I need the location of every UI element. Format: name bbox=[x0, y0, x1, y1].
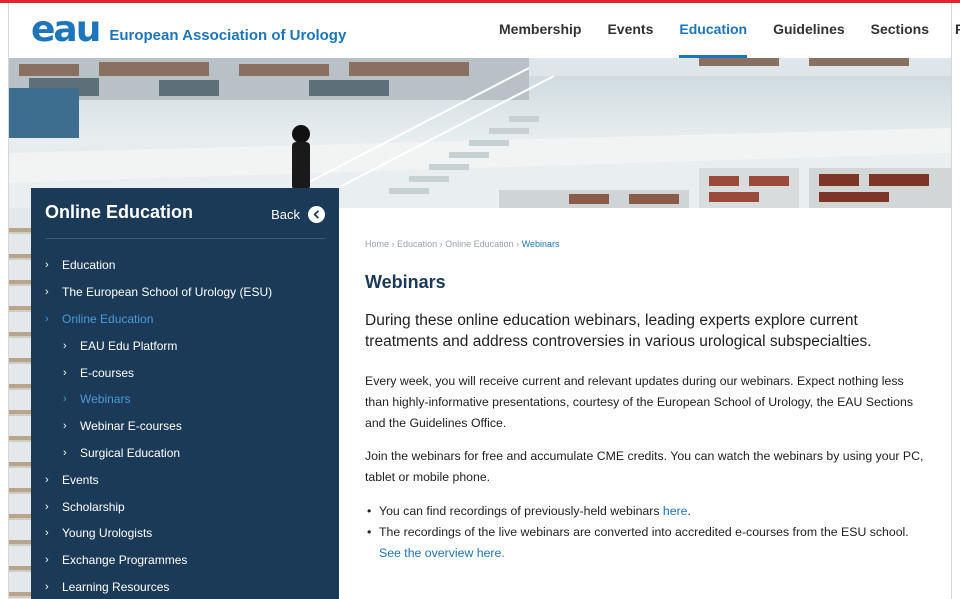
chevron-right-icon: › bbox=[63, 393, 67, 406]
breadcrumb-separator: › bbox=[439, 239, 443, 249]
back-button[interactable]: Back bbox=[271, 206, 325, 223]
bullet-list: You can find recordings of previously-he… bbox=[365, 501, 925, 564]
site-header: eau European Association of Urology Memb… bbox=[9, 3, 960, 58]
sidebar-list: › Education › The European School of Urolo… bbox=[45, 252, 335, 599]
sidebar-item-education[interactable]: › Education bbox=[45, 252, 335, 279]
bullet-text-end: . bbox=[687, 504, 691, 518]
sidebar-item-events[interactable]: › Events bbox=[45, 466, 335, 493]
sidebar-item-label: Young Urologists bbox=[62, 526, 153, 541]
sidebar-item-learning-resources[interactable]: › Learning Resources bbox=[45, 574, 335, 599]
sidebar-title: Online Education bbox=[45, 202, 194, 222]
chevron-right-icon: › bbox=[63, 366, 67, 379]
list-item: The recordings of the live webinars are … bbox=[365, 522, 925, 564]
sidebar-item-label: EAU Edu Platform bbox=[80, 338, 178, 353]
sidebar-nav: Online Education Back › Education › The Eu… bbox=[31, 188, 339, 599]
bullet-text: The recordings of the live webinars are … bbox=[379, 525, 909, 539]
breadcrumb-separator: › bbox=[391, 239, 395, 249]
main-nav: Membership Events Education Guidelines S… bbox=[499, 3, 960, 58]
list-item: You can find recordings of previously-he… bbox=[365, 501, 925, 522]
sidebar-item-label: E-courses bbox=[80, 365, 135, 380]
sidebar-item-exchange-programmes[interactable]: › Exchange Programmes bbox=[45, 547, 335, 574]
sidebar-item-eau-edu-platform[interactable]: › EAU Edu Platform bbox=[45, 332, 335, 359]
sidebar-item-label: Webinars bbox=[80, 392, 131, 407]
sidebar-item-label: Education bbox=[62, 258, 116, 273]
chevron-right-icon: › bbox=[45, 312, 49, 325]
sidebar-item-label: Events bbox=[62, 472, 99, 487]
breadcrumb-separator: › bbox=[516, 239, 520, 249]
nav-truncated-item[interactable]: R bbox=[955, 3, 960, 58]
nav-sections[interactable]: Sections bbox=[871, 3, 929, 58]
recordings-here-link[interactable]: here bbox=[663, 504, 688, 518]
bullet-text: You can find recordings of previously-he… bbox=[379, 504, 663, 518]
breadcrumb-home[interactable]: Home bbox=[365, 239, 389, 249]
hero-illustration bbox=[9, 58, 951, 208]
hero-library-image bbox=[9, 58, 951, 208]
sidebar-item-webinars[interactable]: › Webinars bbox=[45, 386, 335, 413]
breadcrumb: Home › Education › Online Education › We… bbox=[365, 239, 560, 249]
sidebar-item-label: Webinar E-courses bbox=[80, 419, 182, 434]
chevron-right-icon: › bbox=[45, 554, 49, 567]
sidebar-item-label: Learning Resources bbox=[62, 579, 170, 594]
chevron-right-icon: › bbox=[63, 339, 67, 352]
body-paragraph-weekly: Every week, you will receive current and… bbox=[365, 374, 913, 430]
sidebar-item-webinar-e-courses[interactable]: › Webinar E-courses bbox=[45, 413, 335, 440]
chevron-right-icon: › bbox=[45, 259, 49, 272]
body-paragraph-cme: Join the webinars for free and accumulat… bbox=[365, 449, 924, 484]
sidebar-item-label: The European School of Urology (ESU) bbox=[62, 285, 273, 300]
sidebar-item-online-education[interactable]: › Online Education bbox=[45, 306, 335, 333]
sidebar-item-label: Scholarship bbox=[62, 499, 125, 514]
nav-guidelines[interactable]: Guidelines bbox=[773, 3, 845, 58]
sidebar-item-e-courses[interactable]: › E-courses bbox=[45, 359, 335, 386]
breadcrumb-current[interactable]: Webinars bbox=[522, 239, 560, 249]
sidebar-item-scholarship[interactable]: › Scholarship bbox=[45, 493, 335, 520]
nav-events[interactable]: Events bbox=[607, 3, 653, 58]
site-logo[interactable]: eau European Association of Urology bbox=[31, 11, 346, 49]
sidebar-item-label: Exchange Programmes bbox=[62, 553, 188, 568]
back-label: Back bbox=[271, 207, 300, 222]
breadcrumb-online-education[interactable]: Online Education bbox=[445, 239, 514, 249]
lead-paragraph: During these online education webinars, … bbox=[365, 312, 872, 350]
chevron-right-icon: › bbox=[45, 286, 49, 299]
see-overview-link[interactable]: See the overview here. bbox=[379, 546, 505, 560]
breadcrumb-education[interactable]: Education bbox=[397, 239, 437, 249]
chevron-right-icon: › bbox=[45, 500, 49, 513]
nav-membership[interactable]: Membership bbox=[499, 3, 581, 58]
chevron-right-icon: › bbox=[63, 420, 67, 433]
logo-text: European Association of Urology bbox=[109, 26, 347, 44]
page-title: Webinars bbox=[365, 272, 446, 292]
sidebar-header: Online Education Back bbox=[45, 202, 325, 239]
logo-mark: eau bbox=[31, 9, 101, 50]
nav-education[interactable]: Education bbox=[679, 3, 747, 58]
library-edge-image bbox=[9, 208, 31, 599]
sidebar-item-label: Online Education bbox=[62, 311, 154, 326]
chevron-right-icon: › bbox=[45, 527, 49, 540]
sidebar-item-surgical-education[interactable]: › Surgical Education bbox=[45, 440, 335, 467]
chevron-right-icon: › bbox=[45, 580, 49, 593]
sidebar-item-young-urologists[interactable]: › Young Urologists bbox=[45, 520, 335, 547]
chevron-right-icon: › bbox=[45, 473, 49, 486]
frame-border-right bbox=[951, 3, 952, 599]
chevron-right-icon: › bbox=[63, 446, 67, 459]
sidebar-item-esu[interactable]: › The European School of Urology (ESU) bbox=[45, 279, 335, 306]
chevron-left-circle-icon[interactable] bbox=[308, 206, 325, 223]
sidebar-item-label: Surgical Education bbox=[80, 445, 181, 460]
